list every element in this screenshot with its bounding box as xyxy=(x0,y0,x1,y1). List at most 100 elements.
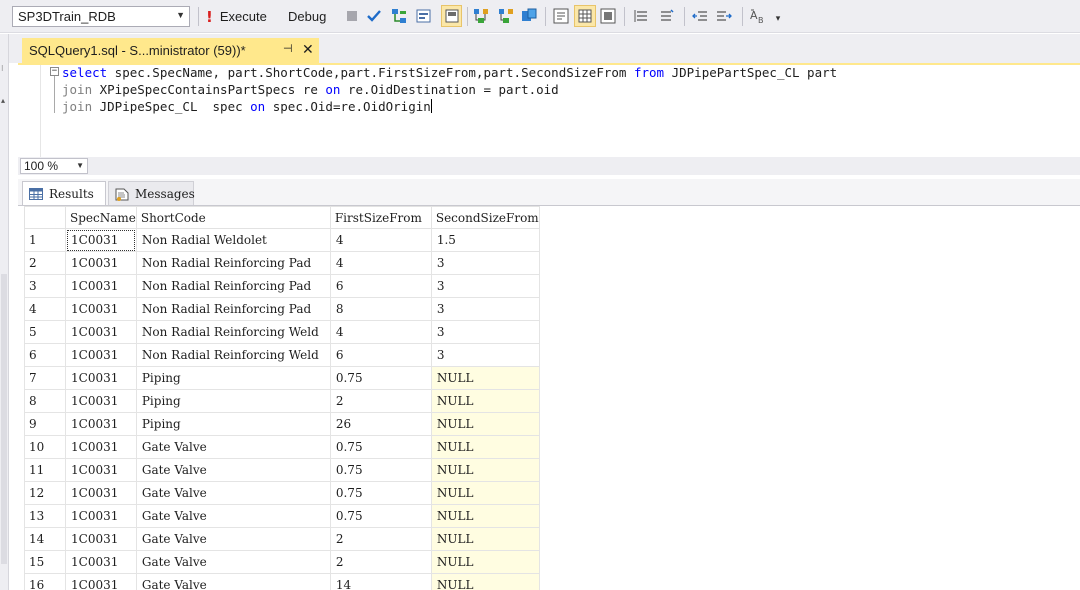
live-stats-icon[interactable] xyxy=(498,8,514,24)
cell-specname[interactable]: 1C0031 xyxy=(65,228,137,252)
cell-firstsizefrom[interactable]: 4 xyxy=(329,320,432,344)
toolbar-overflow-icon[interactable]: ▾ xyxy=(770,10,786,26)
row-number[interactable]: 14 xyxy=(24,527,66,551)
cell-shortcode[interactable]: Gate Valve xyxy=(135,573,331,590)
row-number[interactable]: 7 xyxy=(24,366,66,390)
cell-specname[interactable]: 1C0031 xyxy=(65,297,137,321)
table-row[interactable]: 1 1C0031 Non Radial Weldolet 4 1.5 xyxy=(24,228,540,252)
comment-lines-icon[interactable] xyxy=(634,8,650,24)
cell-firstsizefrom[interactable]: 6 xyxy=(329,343,432,367)
cell-specname[interactable]: 1C0031 xyxy=(65,458,137,482)
zoom-select[interactable]: 100 % ▼ xyxy=(20,158,88,174)
results-to-text-icon[interactable] xyxy=(553,8,569,24)
table-row[interactable]: 15 1C0031 Gate Valve 2 NULL xyxy=(24,550,540,574)
cell-specname[interactable]: 1C0031 xyxy=(65,366,137,390)
cell-secondsizefrom[interactable]: NULL xyxy=(430,504,540,528)
table-row[interactable]: 12 1C0031 Gate Valve 0.75 NULL xyxy=(24,481,540,505)
cell-shortcode[interactable]: Non Radial Reinforcing Pad xyxy=(135,251,331,275)
collapse-toggle-icon[interactable]: − xyxy=(50,67,59,76)
cell-firstsizefrom[interactable]: 4 xyxy=(329,228,432,252)
stop-icon[interactable] xyxy=(344,8,360,24)
execute-button[interactable]: ! Execute xyxy=(206,4,267,29)
cell-specname[interactable]: 1C0031 xyxy=(65,343,137,367)
row-number[interactable]: 6 xyxy=(24,343,66,367)
query-designer-icon[interactable] xyxy=(416,8,432,24)
cell-shortcode[interactable]: Non Radial Reinforcing Pad xyxy=(135,274,331,298)
cell-firstsizefrom[interactable]: 0.75 xyxy=(329,481,432,505)
column-header-rownum[interactable] xyxy=(24,206,66,229)
cell-shortcode[interactable]: Gate Valve xyxy=(135,481,331,505)
cell-shortcode[interactable]: Gate Valve xyxy=(135,435,331,459)
client-stats-icon[interactable] xyxy=(521,8,537,24)
row-number[interactable]: 8 xyxy=(24,389,66,413)
column-header-shortcode[interactable]: ShortCode xyxy=(135,206,331,229)
cell-specname[interactable]: 1C0031 xyxy=(65,435,137,459)
row-number[interactable]: 11 xyxy=(24,458,66,482)
results-grid[interactable]: SpecName ShortCode FirstSizeFrom SecondS… xyxy=(18,205,1080,590)
cell-shortcode[interactable]: Non Radial Weldolet xyxy=(135,228,331,252)
table-row[interactable]: 9 1C0031 Piping 26 NULL xyxy=(24,412,540,436)
cell-secondsizefrom[interactable]: NULL xyxy=(430,389,540,413)
cell-shortcode[interactable]: Non Radial Reinforcing Pad xyxy=(135,297,331,321)
uncomment-lines-icon[interactable] xyxy=(658,8,674,24)
table-row[interactable]: 8 1C0031 Piping 2 NULL xyxy=(24,389,540,413)
cell-secondsizefrom[interactable]: 3 xyxy=(430,320,540,344)
increase-indent-icon[interactable] xyxy=(716,8,732,24)
cell-firstsizefrom[interactable]: 0.75 xyxy=(329,366,432,390)
table-row[interactable]: 7 1C0031 Piping 0.75 NULL xyxy=(24,366,540,390)
include-plan-icon[interactable] xyxy=(473,8,489,24)
cell-shortcode[interactable]: Non Radial Reinforcing Weld xyxy=(135,343,331,367)
cell-secondsizefrom[interactable]: NULL xyxy=(430,573,540,590)
tab-sqlquery1[interactable]: SQLQuery1.sql - S...ministrator (59))* ⊣… xyxy=(22,38,319,63)
cell-secondsizefrom[interactable]: 1.5 xyxy=(430,228,540,252)
chevron-down-icon[interactable]: ▼ xyxy=(76,159,84,173)
cell-secondsizefrom[interactable]: 3 xyxy=(430,251,540,275)
cell-secondsizefrom[interactable]: NULL xyxy=(430,481,540,505)
table-row[interactable]: 4 1C0031 Non Radial Reinforcing Pad 8 3 xyxy=(24,297,540,321)
row-number[interactable]: 9 xyxy=(24,412,66,436)
cell-shortcode[interactable]: Gate Valve xyxy=(135,504,331,528)
row-number[interactable]: 10 xyxy=(24,435,66,459)
tab-messages[interactable]: Messages xyxy=(108,181,195,205)
cell-shortcode[interactable]: Piping xyxy=(135,389,331,413)
cell-secondsizefrom[interactable]: NULL xyxy=(430,435,540,459)
table-row[interactable]: 11 1C0031 Gate Valve 0.75 NULL xyxy=(24,458,540,482)
column-header-specname[interactable]: SpecName xyxy=(65,206,137,229)
table-row[interactable]: 16 1C0031 Gate Valve 14 NULL xyxy=(24,573,540,590)
table-row[interactable]: 10 1C0031 Gate Valve 0.75 NULL xyxy=(24,435,540,459)
decrease-indent-icon[interactable] xyxy=(692,8,708,24)
cell-specname[interactable]: 1C0031 xyxy=(65,573,137,590)
cell-firstsizefrom[interactable]: 0.75 xyxy=(329,458,432,482)
cell-specname[interactable]: 1C0031 xyxy=(65,274,137,298)
row-number[interactable]: 5 xyxy=(24,320,66,344)
results-to-grid-icon[interactable] xyxy=(441,5,462,27)
cell-secondsizefrom[interactable]: 3 xyxy=(430,343,540,367)
cell-secondsizefrom[interactable]: NULL xyxy=(430,458,540,482)
results-to-file-icon[interactable] xyxy=(600,8,616,24)
cell-secondsizefrom[interactable]: NULL xyxy=(430,527,540,551)
cell-firstsizefrom[interactable]: 2 xyxy=(329,550,432,574)
cell-specname[interactable]: 1C0031 xyxy=(65,481,137,505)
row-number[interactable]: 4 xyxy=(24,297,66,321)
cell-firstsizefrom[interactable]: 14 xyxy=(329,573,432,590)
row-number[interactable]: 2 xyxy=(24,251,66,275)
gutter-scroll[interactable] xyxy=(1,274,7,564)
row-number[interactable]: 16 xyxy=(24,573,66,590)
cell-specname[interactable]: 1C0031 xyxy=(65,251,137,275)
table-row[interactable]: 2 1C0031 Non Radial Reinforcing Pad 4 3 xyxy=(24,251,540,275)
cell-shortcode[interactable]: Piping xyxy=(135,412,331,436)
table-row[interactable]: 13 1C0031 Gate Valve 0.75 NULL xyxy=(24,504,540,528)
cell-specname[interactable]: 1C0031 xyxy=(65,550,137,574)
cell-secondsizefrom[interactable]: NULL xyxy=(430,550,540,574)
cell-specname[interactable]: 1C0031 xyxy=(65,320,137,344)
cell-firstsizefrom[interactable]: 2 xyxy=(329,389,432,413)
row-number[interactable]: 12 xyxy=(24,481,66,505)
cell-firstsizefrom[interactable]: 6 xyxy=(329,274,432,298)
tab-results[interactable]: Results xyxy=(22,181,106,205)
cell-firstsizefrom[interactable]: 0.75 xyxy=(329,504,432,528)
cell-specname[interactable]: 1C0031 xyxy=(65,412,137,436)
row-number[interactable]: 15 xyxy=(24,550,66,574)
table-row[interactable]: 6 1C0031 Non Radial Reinforcing Weld 6 3 xyxy=(24,343,540,367)
results-to-grid-active-icon[interactable] xyxy=(574,5,596,27)
cell-firstsizefrom[interactable]: 4 xyxy=(329,251,432,275)
